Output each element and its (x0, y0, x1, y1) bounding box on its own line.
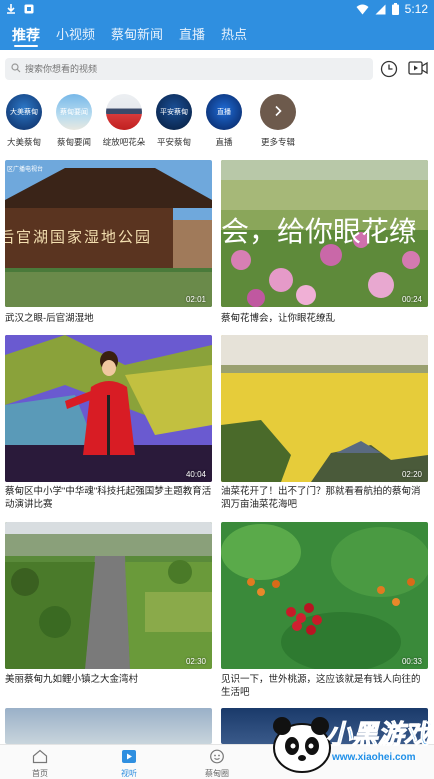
tab-caidian-news[interactable]: 蔡甸新闻 (103, 20, 171, 50)
video-card[interactable] (5, 708, 212, 744)
video-duration: 02:01 (185, 295, 206, 304)
channel-item[interactable]: 绽放吧花朵 (100, 94, 148, 148)
wifi-icon (356, 4, 369, 15)
video-duration: 02:30 (185, 657, 206, 666)
history-icon[interactable] (380, 60, 398, 83)
status-bar: 5:12 (0, 0, 434, 20)
video-thumbnail: 会，给你眼花缭 00:24 (221, 160, 428, 307)
channel-badge: 直播 (217, 109, 231, 116)
chevron-right-icon (273, 105, 283, 119)
status-time: 5:12 (404, 2, 428, 16)
tab-hot[interactable]: 热点 (213, 20, 255, 50)
video-card[interactable]: 会，给你眼花缭 00:24 蔡甸花博会，让你眼花缭乱 (221, 160, 428, 330)
video-duration: 00:24 (401, 295, 422, 304)
video-thumbnail: 后官湖国家湿地公园 区广播电视台 02:01 (5, 160, 212, 307)
nav-circle[interactable]: 蔡甸圈 (187, 749, 247, 779)
play-icon (99, 749, 159, 766)
channel-badge: 蔡甸要闻 (60, 109, 88, 116)
nav-video-label: 视听 (121, 769, 137, 778)
channel-thumb: 大美蔡甸 (6, 94, 42, 130)
notification-icon (24, 4, 34, 14)
nav-home-label: 首页 (32, 769, 48, 778)
video-duration: 02:20 (401, 470, 422, 479)
channel-item[interactable]: 大美蔡甸 大美蔡甸 (0, 94, 48, 148)
video-title: 蔡甸花博会，让你眼花缭乱 (221, 313, 336, 324)
home-icon (10, 749, 70, 766)
tab-recommend[interactable]: 推荐 (4, 20, 48, 50)
channel-item[interactable]: 更多专辑 (254, 94, 302, 148)
nav-home[interactable]: 首页 (10, 749, 70, 779)
search-row (0, 50, 434, 88)
download-icon (6, 3, 16, 15)
video-record-icon[interactable] (408, 60, 428, 81)
nav-video[interactable]: 视听 (99, 749, 159, 779)
channel-item[interactable]: 平安蔡甸 平安蔡甸 (150, 94, 198, 148)
channel-label: 绽放吧花朵 (102, 137, 146, 147)
channel-label: 更多专辑 (260, 137, 295, 147)
watermark-brand: 小黑游戏 (325, 719, 431, 750)
video-duration: 40:04 (185, 470, 206, 479)
video-title: 美丽蔡甸九如鲤小镇之大金湾村 (5, 674, 139, 685)
channel-label: 大美蔡甸 (6, 137, 41, 147)
channel-item[interactable]: 直播 直播 (200, 94, 248, 148)
video-card[interactable]: 40:04 蔡甸区中小学"中华魂"科技托起强国梦主题教育活动演讲比赛 (5, 335, 212, 515)
video-duration: 00:33 (401, 657, 422, 666)
channel-strip: 大美蔡甸 大美蔡甸 蔡甸要闻 蔡甸要闻 绽放吧花朵 平安蔡甸 平安蔡甸 直播 直… (0, 94, 434, 152)
signal-icon (375, 4, 386, 15)
channel-thumb: 蔡甸要闻 (56, 94, 92, 130)
site-watermark: 小黑游戏 www.xiaohei.com (268, 706, 434, 776)
top-tab-bar: 推荐 小视频 蔡甸新闻 直播 热点 (0, 20, 434, 50)
tab-short-video[interactable]: 小视频 (48, 20, 103, 50)
video-title: 武汉之眼-后官湖湿地 (5, 313, 94, 324)
thumbnail-overlay-text: 会，给你眼花缭 (221, 216, 418, 247)
channel-badge: 大美蔡甸 (10, 109, 38, 116)
channel-item[interactable]: 蔡甸要闻 蔡甸要闻 (50, 94, 98, 148)
thumbnail-overlay-text: 后官湖国家湿地公园 (5, 229, 153, 246)
circle-community-icon (187, 749, 247, 766)
channel-thumb (106, 94, 142, 130)
thumbnail-corner-text: 区广播电视台 (7, 167, 44, 173)
video-thumbnail: 00:33 (221, 522, 428, 669)
channel-label: 直播 (215, 137, 233, 147)
search-input[interactable] (25, 64, 355, 74)
video-title: 蔡甸区中小学"中华魂"科技托起强国梦主题教育活动演讲比赛 (5, 486, 212, 510)
channel-thumb (260, 94, 296, 130)
channel-label: 平安蔡甸 (156, 137, 191, 147)
watermark-url: www.xiaohei.com (332, 752, 416, 763)
tab-live[interactable]: 直播 (171, 20, 213, 50)
video-card[interactable]: 02:30 美丽蔡甸九如鲤小镇之大金湾村 (5, 522, 212, 697)
channel-thumb: 平安蔡甸 (156, 94, 192, 130)
battery-icon (391, 3, 399, 15)
channel-label: 蔡甸要闻 (56, 137, 91, 147)
nav-circle-label: 蔡甸圈 (205, 769, 229, 778)
video-title: 见识一下，世外桃源，这应该就是有钱人向往的生活吧 (221, 674, 421, 698)
video-thumbnail: 40:04 (5, 335, 212, 482)
video-card[interactable]: 02:20 油菜花开了！出不了门？那就看看航拍的蔡甸消泗万亩油菜花海吧 (221, 335, 428, 515)
video-thumbnail (5, 708, 212, 744)
video-title: 油菜花开了！出不了门？那就看看航拍的蔡甸消泗万亩油菜花海吧 (221, 486, 421, 510)
channel-badge: 平安蔡甸 (160, 109, 188, 116)
video-card[interactable]: 后官湖国家湿地公园 区广播电视台 02:01 武汉之眼-后官湖湿地 (5, 160, 212, 330)
search-icon (11, 60, 21, 78)
video-thumbnail: 02:30 (5, 522, 212, 669)
video-card[interactable]: 00:33 见识一下，世外桃源，这应该就是有钱人向往的生活吧 (221, 522, 428, 698)
search-box[interactable] (5, 58, 373, 80)
channel-thumb: 直播 (206, 94, 242, 130)
video-thumbnail: 02:20 (221, 335, 428, 482)
